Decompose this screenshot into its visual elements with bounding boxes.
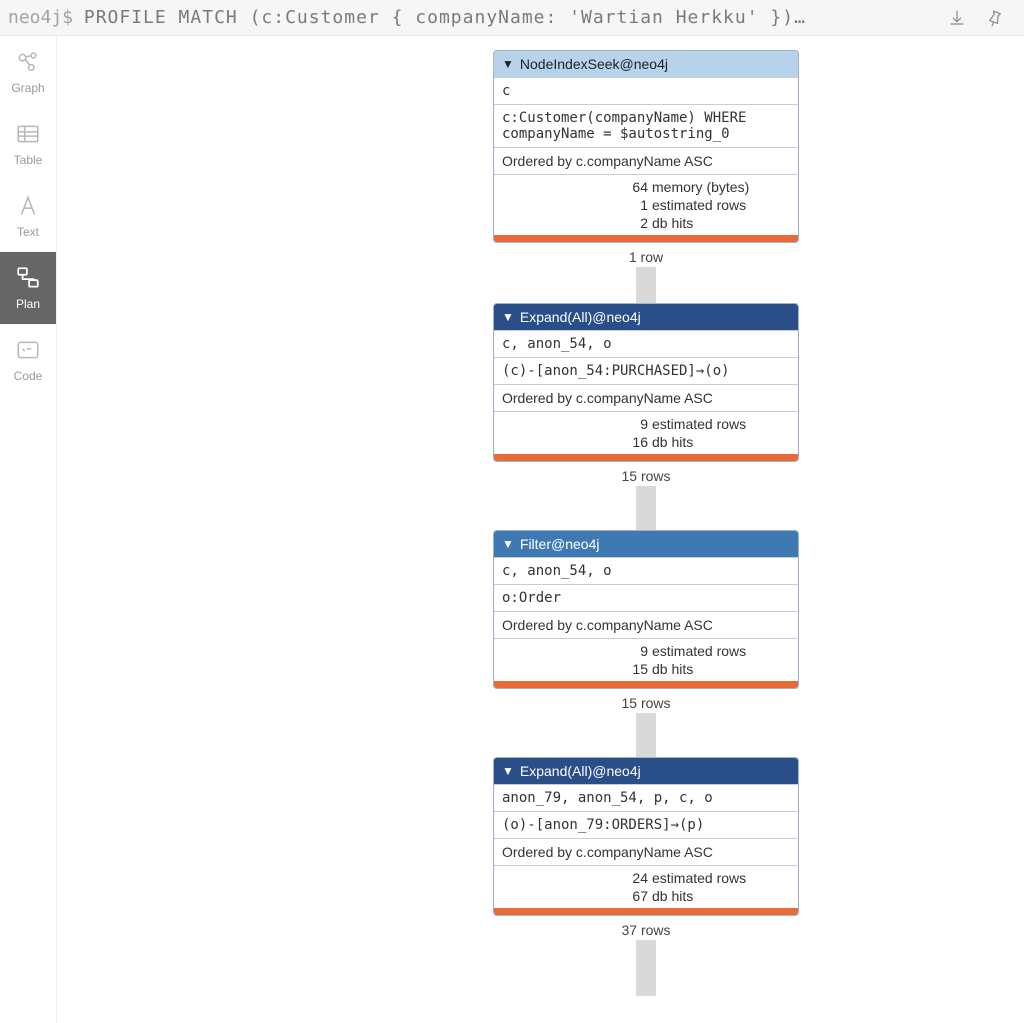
operator-detail: (o)-[anon_79:ORDERS]→(p) xyxy=(494,811,798,838)
operator-title: Expand(All)@neo4j xyxy=(520,763,641,779)
operator-identifiers: c, anon_54, o xyxy=(494,330,798,357)
sidebar-item-text[interactable]: Text xyxy=(0,180,56,252)
sidebar-label-code: Code xyxy=(14,369,43,383)
prompt-prefix: neo4j$ xyxy=(8,7,84,28)
query-topbar: neo4j$ PROFILE MATCH (c:Customer { compa… xyxy=(0,0,1024,36)
topbar-actions xyxy=(948,9,1016,27)
query-text: PROFILE MATCH (c:Customer { companyName:… xyxy=(84,7,806,28)
sidebar-label-table: Table xyxy=(14,153,43,167)
operator-cost-bar xyxy=(494,235,798,242)
operator-cost-bar xyxy=(494,454,798,461)
operator-order: Ordered by c.companyName ASC xyxy=(494,147,798,174)
operator-identifiers: c, anon_54, o xyxy=(494,557,798,584)
operator-cost-bar xyxy=(494,908,798,915)
operator-detail: o:Order xyxy=(494,584,798,611)
operator-identifiers: c xyxy=(494,77,798,104)
flow-rows-label: 15 rows xyxy=(621,468,670,484)
operator-cost-bar xyxy=(494,681,798,688)
flow-connector xyxy=(636,486,656,530)
sidebar-item-code[interactable]: Code xyxy=(0,324,56,396)
collapse-icon: ▼ xyxy=(502,537,514,551)
code-icon xyxy=(15,337,41,363)
flow-connector xyxy=(636,267,656,303)
operator-order: Ordered by c.companyName ASC xyxy=(494,384,798,411)
plan-canvas[interactable]: ▼ NodeIndexSeek@neo4j c c:Customer(compa… xyxy=(57,36,1024,1023)
operator-detail: c:Customer(companyName) WHERE companyNam… xyxy=(494,104,798,147)
sidebar-item-table[interactable]: Table xyxy=(0,108,56,180)
sidebar-item-graph[interactable]: Graph xyxy=(0,36,56,108)
graph-icon xyxy=(15,49,41,75)
pin-button[interactable] xyxy=(986,9,1004,27)
query-prompt: neo4j$ PROFILE MATCH (c:Customer { compa… xyxy=(0,7,806,28)
operator-title: NodeIndexSeek@neo4j xyxy=(520,56,668,72)
download-button[interactable] xyxy=(948,9,966,27)
plan-column: ▼ NodeIndexSeek@neo4j c c:Customer(compa… xyxy=(493,50,799,996)
operator-header[interactable]: ▼ Filter@neo4j xyxy=(494,531,798,557)
table-icon xyxy=(15,121,41,147)
flow-rows-label: 15 rows xyxy=(621,695,670,711)
operator-order: Ordered by c.companyName ASC xyxy=(494,838,798,865)
sidebar-label-plan: Plan xyxy=(16,297,40,311)
plan-operator-expandall-2[interactable]: ▼ Expand(All)@neo4j anon_79, anon_54, p,… xyxy=(493,757,799,916)
operator-detail: (c)-[anon_54:PURCHASED]→(o) xyxy=(494,357,798,384)
plan-icon xyxy=(15,265,41,291)
plan-operator-filter[interactable]: ▼ Filter@neo4j c, anon_54, o o:Order Ord… xyxy=(493,530,799,689)
text-icon xyxy=(15,193,41,219)
operator-stats: 9estimated rows 15db hits xyxy=(494,638,798,681)
operator-stats: 9estimated rows 16db hits xyxy=(494,411,798,454)
sidebar-label-text: Text xyxy=(17,225,39,239)
collapse-icon: ▼ xyxy=(502,310,514,324)
download-icon xyxy=(948,9,966,27)
flow-connector xyxy=(636,713,656,757)
operator-header[interactable]: ▼ Expand(All)@neo4j xyxy=(494,304,798,330)
collapse-icon: ▼ xyxy=(502,764,514,778)
flow-connector xyxy=(636,940,656,996)
plan-operator-nodeindexseek[interactable]: ▼ NodeIndexSeek@neo4j c c:Customer(compa… xyxy=(493,50,799,243)
operator-header[interactable]: ▼ NodeIndexSeek@neo4j xyxy=(494,51,798,77)
flow-rows-label: 1 row xyxy=(629,249,663,265)
operator-title: Expand(All)@neo4j xyxy=(520,309,641,325)
operator-order: Ordered by c.companyName ASC xyxy=(494,611,798,638)
collapse-icon: ▼ xyxy=(502,57,514,71)
operator-stats: 24estimated rows 67db hits xyxy=(494,865,798,908)
operator-stats: 64memory (bytes) 1estimated rows 2db hit… xyxy=(494,174,798,235)
operator-title: Filter@neo4j xyxy=(520,536,600,552)
plan-operator-expandall-1[interactable]: ▼ Expand(All)@neo4j c, anon_54, o (c)-[a… xyxy=(493,303,799,462)
operator-identifiers: anon_79, anon_54, p, c, o xyxy=(494,784,798,811)
pin-icon xyxy=(986,9,1004,27)
flow-rows-label: 37 rows xyxy=(621,922,670,938)
sidebar-item-plan[interactable]: Plan xyxy=(0,252,56,324)
sidebar-label-graph: Graph xyxy=(11,81,44,95)
result-view-sidebar: Graph Table Text Plan Code xyxy=(0,36,57,1023)
operator-header[interactable]: ▼ Expand(All)@neo4j xyxy=(494,758,798,784)
